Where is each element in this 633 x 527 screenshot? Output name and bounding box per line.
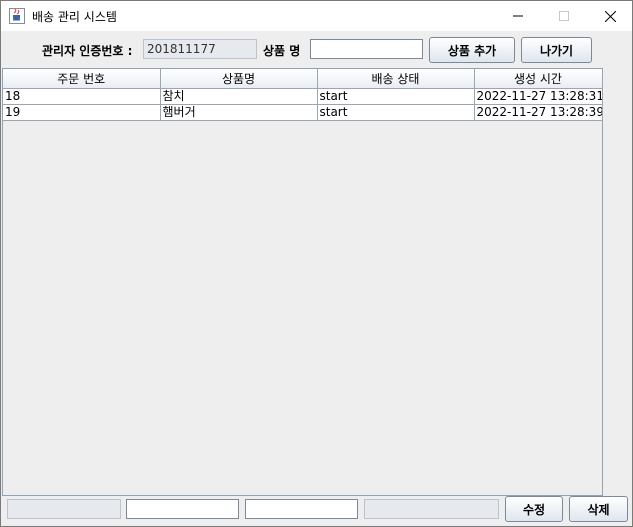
app-window: 배송 관리 시스템 관리자 인증번호 : 201811177 상품 명 상품 추…	[0, 0, 633, 527]
edit-button[interactable]: 수정	[505, 496, 563, 522]
product-name-label: 상품 명	[263, 44, 301, 58]
table-cell: 2022-11-27 13:28:31	[474, 88, 603, 105]
table-cell: start	[317, 104, 475, 121]
table-row[interactable]: 19 햄버거 start 2022-11-27 13:28:39	[3, 104, 603, 121]
orders-table-pane[interactable]: 주문 번호 상품명 배송 상태 생성 시간 18 참치 start 2022-1…	[2, 68, 603, 496]
table-cell: 18	[3, 88, 161, 105]
product-name-edit-input[interactable]	[126, 499, 239, 519]
add-product-button[interactable]: 상품 추가	[429, 37, 515, 63]
product-name-input[interactable]	[310, 39, 423, 59]
created-time-field	[364, 499, 499, 519]
close-button[interactable]	[587, 1, 633, 31]
delete-button[interactable]: 삭제	[569, 496, 628, 522]
exit-button[interactable]: 나가기	[521, 37, 592, 63]
maximize-button[interactable]	[541, 1, 587, 31]
column-header[interactable]: 배송 상태	[317, 69, 475, 89]
close-icon	[604, 10, 616, 22]
table-cell: 2022-11-27 13:28:39	[474, 104, 603, 121]
admin-id-label: 관리자 인증번호 :	[42, 44, 133, 58]
table-cell: 19	[3, 104, 161, 121]
order-id-field	[7, 499, 121, 519]
admin-id-field: 201811177	[143, 39, 257, 59]
column-header[interactable]: 상품명	[160, 69, 318, 89]
table-cell: start	[317, 88, 475, 105]
title-bar: 배송 관리 시스템	[1, 1, 632, 31]
java-icon	[9, 8, 25, 24]
orders-table: 주문 번호 상품명 배송 상태 생성 시간 18 참치 start 2022-1…	[3, 69, 603, 121]
maximize-icon	[559, 11, 569, 21]
column-header[interactable]: 주문 번호	[3, 69, 161, 89]
table-header-row: 주문 번호 상품명 배송 상태 생성 시간	[3, 69, 603, 89]
minimize-button[interactable]	[495, 1, 541, 31]
table-cell: 참치	[160, 88, 318, 105]
window-title: 배송 관리 시스템	[32, 10, 117, 24]
minimize-icon	[513, 15, 523, 17]
column-header[interactable]: 생성 시간	[474, 69, 603, 89]
table-cell: 햄버거	[160, 104, 318, 121]
table-row[interactable]: 18 참치 start 2022-11-27 13:28:31	[3, 88, 603, 105]
status-edit-input[interactable]	[245, 499, 358, 519]
